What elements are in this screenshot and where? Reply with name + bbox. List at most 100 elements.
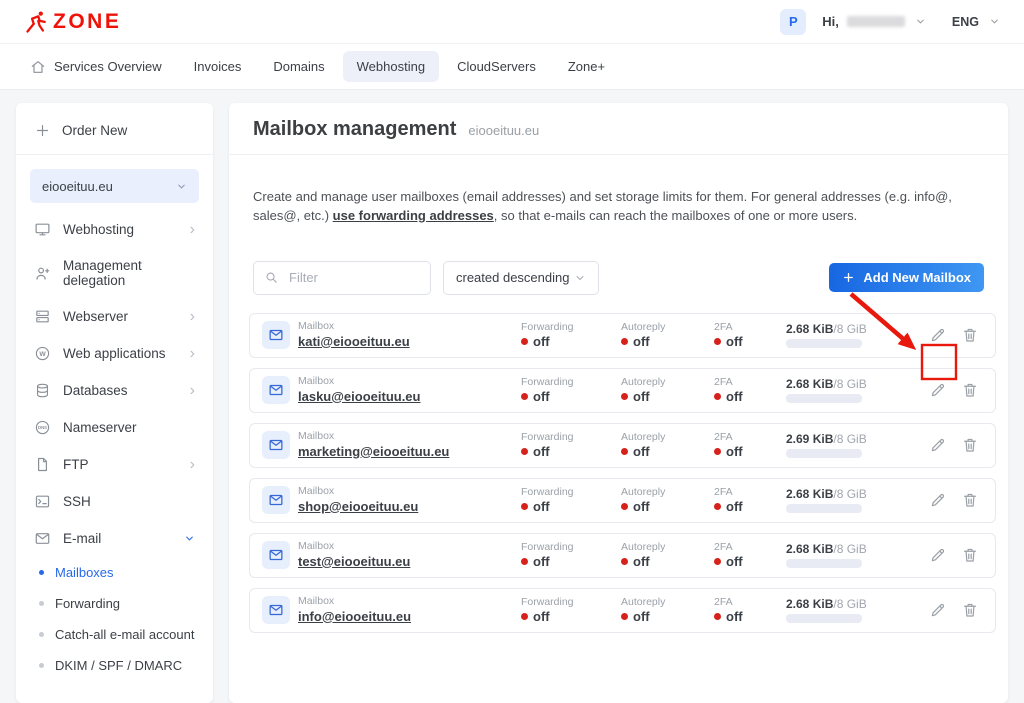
- delete-mailbox-button[interactable]: [961, 381, 979, 399]
- autoreply-status: off: [633, 334, 650, 349]
- nav-tab-webhosting[interactable]: Webhosting: [343, 51, 439, 82]
- sidebar-subitem-catch-all-e-mail-account[interactable]: Catch-all e-mail account: [16, 619, 213, 650]
- delete-mailbox-button[interactable]: [961, 601, 979, 619]
- sidebar-subitem-dkim-spf-dmarc[interactable]: DKIM / SPF / DMARC: [16, 650, 213, 681]
- edit-mailbox-button[interactable]: [929, 326, 947, 344]
- chevron-down-icon: [176, 181, 187, 192]
- nav-tab-domains[interactable]: Domains: [259, 51, 338, 82]
- storage-usage: 2.68 KiB/8 GiB: [786, 322, 916, 336]
- column-label-forwarding: Forwarding: [521, 321, 621, 333]
- description-text: , so that e-mails can reach the mailboxe…: [494, 208, 857, 223]
- sidebar-item-management-delegation[interactable]: Management delegation: [16, 248, 213, 298]
- sidebar-item-ftp[interactable]: FTP›: [16, 446, 213, 483]
- dns-icon: DNS: [34, 419, 51, 436]
- page-description: Create and manage user mailboxes (email …: [229, 168, 1008, 226]
- add-new-mailbox-button[interactable]: Add New Mailbox: [829, 263, 984, 292]
- delete-mailbox-button[interactable]: [961, 436, 979, 454]
- svg-text:DNS: DNS: [38, 425, 47, 430]
- status-off-dot: [621, 448, 628, 455]
- mailbox-envelope-icon: [262, 431, 290, 459]
- mailbox-email-link[interactable]: info@eiooeituu.eu: [298, 609, 411, 624]
- mailbox-email-link[interactable]: test@eiooeituu.eu: [298, 554, 410, 569]
- envelope-icon: [34, 530, 51, 547]
- sidebar-item-e-mail[interactable]: E-mail: [16, 520, 213, 557]
- status-off-dot: [714, 393, 721, 400]
- sidebar-item-webhosting[interactable]: Webhosting›: [16, 211, 213, 248]
- sidebar-item-web-applications[interactable]: WWeb applications›: [16, 335, 213, 372]
- chevron-right-icon: ›: [190, 222, 195, 238]
- language-selector[interactable]: ENG: [952, 15, 979, 29]
- sidebar-item-webserver[interactable]: Webserver›: [16, 298, 213, 335]
- order-new-button[interactable]: Order New: [16, 120, 213, 154]
- column-label-mailbox: Mailbox: [298, 375, 521, 387]
- chevron-down-icon[interactable]: [915, 16, 926, 27]
- forwarding-status: off: [533, 389, 550, 404]
- user-avatar[interactable]: P: [780, 9, 806, 35]
- sidebar-item-label: E-mail: [63, 531, 101, 546]
- sidebar-item-nameserver[interactable]: DNS Nameserver: [16, 409, 213, 446]
- nav-tab-label: Webhosting: [357, 59, 425, 74]
- storage-usage: 2.68 KiB/8 GiB: [786, 542, 916, 556]
- filter-box: [253, 261, 431, 295]
- plus-icon: [34, 122, 51, 139]
- sidebar-item-label: Nameserver: [63, 420, 137, 435]
- mailbox-management-panel: Mailbox management eiooeituu.eu Create a…: [229, 103, 1008, 703]
- delete-mailbox-button[interactable]: [961, 546, 979, 564]
- column-label-mailbox: Mailbox: [298, 540, 521, 552]
- delete-mailbox-button[interactable]: [961, 491, 979, 509]
- mailbox-email-link[interactable]: shop@eiooeituu.eu: [298, 499, 418, 514]
- sidebar-item-label: SSH: [63, 494, 91, 509]
- sidebar-item-label: Management delegation: [63, 258, 195, 288]
- mailbox-email-link[interactable]: marketing@eiooeituu.eu: [298, 444, 449, 459]
- autoreply-status: off: [633, 554, 650, 569]
- chevron-down-icon[interactable]: [989, 16, 1000, 27]
- nav-tab-invoices[interactable]: Invoices: [180, 51, 256, 82]
- zone-logo[interactable]: zone: [24, 10, 121, 34]
- chevron-right-icon: ›: [190, 383, 195, 399]
- delete-mailbox-button[interactable]: [961, 326, 979, 344]
- domain-selector[interactable]: eiooeituu.eu: [30, 169, 199, 203]
- divider: [16, 154, 213, 155]
- sidebar-subitem-label: DKIM / SPF / DMARC: [55, 658, 182, 673]
- autoreply-status: off: [633, 389, 650, 404]
- status-off-dot: [621, 393, 628, 400]
- column-label-autoreply: Autoreply: [621, 321, 714, 333]
- mailbox-row: Mailbox test@eiooeituu.eu Forwarding off…: [249, 533, 996, 578]
- edit-mailbox-button[interactable]: [929, 601, 947, 619]
- column-label-mailbox: Mailbox: [298, 595, 521, 607]
- nav-tab-zone+[interactable]: Zone+: [554, 51, 619, 82]
- use-forwarding-addresses-link[interactable]: use forwarding addresses: [333, 208, 494, 223]
- bullet-icon: [39, 601, 44, 606]
- edit-mailbox-button[interactable]: [929, 381, 947, 399]
- sidebar-item-ssh[interactable]: SSH: [16, 483, 213, 520]
- forwarding-status: off: [533, 334, 550, 349]
- storage-usage: 2.69 KiB/8 GiB: [786, 432, 916, 446]
- page-subtitle: eiooeituu.eu: [468, 123, 539, 138]
- mailbox-email-link[interactable]: lasku@eiooeituu.eu: [298, 389, 420, 404]
- wordpress-icon: W: [34, 345, 51, 362]
- edit-mailbox-button[interactable]: [929, 436, 947, 454]
- nav-tab-services-overview[interactable]: Services Overview: [16, 51, 176, 83]
- filter-input[interactable]: [287, 269, 420, 286]
- status-off-dot: [714, 448, 721, 455]
- storage-progress-bar: [786, 504, 862, 513]
- chevron-down-icon: [574, 272, 586, 284]
- sidebar-item-label: Webserver: [63, 309, 128, 324]
- search-icon: [264, 270, 279, 285]
- column-label-autoreply: Autoreply: [621, 376, 714, 388]
- sort-dropdown[interactable]: created descending: [443, 261, 599, 295]
- column-label-forwarding: Forwarding: [521, 596, 621, 608]
- sidebar-subitem-forwarding[interactable]: Forwarding: [16, 588, 213, 619]
- sidebar-subitem-mailboxes[interactable]: Mailboxes: [16, 557, 213, 588]
- mailbox-email-link[interactable]: kati@eiooeituu.eu: [298, 334, 410, 349]
- column-label-2fa: 2FA: [714, 321, 786, 333]
- column-label-mailbox: Mailbox: [298, 320, 521, 332]
- nav-tab-cloudservers[interactable]: CloudServers: [443, 51, 550, 82]
- edit-mailbox-button[interactable]: [929, 546, 947, 564]
- page-header: Mailbox management eiooeituu.eu: [229, 103, 1008, 155]
- top-header: zone P Hi, ENG: [0, 0, 1024, 44]
- sidebar-item-label: Databases: [63, 383, 128, 398]
- sidebar-item-databases[interactable]: Databases ›: [16, 372, 213, 409]
- edit-mailbox-button[interactable]: [929, 491, 947, 509]
- column-label-2fa: 2FA: [714, 376, 786, 388]
